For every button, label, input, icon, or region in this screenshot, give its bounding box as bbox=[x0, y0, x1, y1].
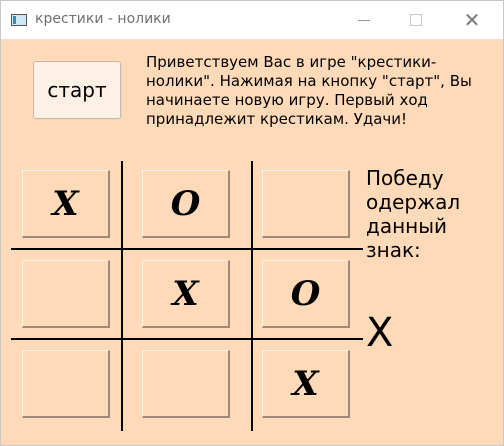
close-icon: ✕ bbox=[463, 8, 481, 32]
grid-line-horizontal-1 bbox=[11, 248, 363, 250]
cell-1-1[interactable]: X bbox=[22, 170, 110, 238]
app-icon bbox=[11, 14, 27, 26]
winner-caption: Победу одержал данный знак: bbox=[366, 166, 461, 262]
title-bar[interactable]: крестики - нолики ✕ bbox=[1, 1, 503, 40]
grid-line-horizontal-2 bbox=[11, 338, 363, 340]
close-button[interactable]: ✕ bbox=[449, 1, 495, 39]
window-title: крестики - нолики bbox=[35, 11, 171, 27]
cell-2-2[interactable]: X bbox=[142, 260, 230, 328]
cell-3-3[interactable]: X bbox=[262, 350, 350, 418]
cell-3-1[interactable] bbox=[22, 350, 110, 418]
cell-1-2[interactable]: O bbox=[142, 170, 230, 238]
winner-mark: X bbox=[366, 310, 394, 356]
grid-line-vertical-2 bbox=[251, 161, 253, 431]
cell-2-3[interactable]: O bbox=[262, 260, 350, 328]
maximize-icon bbox=[410, 14, 422, 26]
grid-line-vertical-1 bbox=[121, 161, 123, 431]
welcome-message: Приветствуем Вас в игре "крестики-нолики… bbox=[146, 53, 472, 128]
cell-3-2[interactable] bbox=[142, 350, 230, 418]
cell-1-3[interactable] bbox=[262, 170, 350, 238]
start-button[interactable]: старт bbox=[33, 61, 121, 119]
minimize-icon bbox=[358, 19, 370, 21]
minimize-button[interactable] bbox=[341, 1, 387, 39]
maximize-button[interactable] bbox=[393, 1, 439, 39]
cell-2-1[interactable] bbox=[22, 260, 110, 328]
game-window: крестики - нолики ✕ старт Приветствуем В… bbox=[0, 0, 504, 446]
